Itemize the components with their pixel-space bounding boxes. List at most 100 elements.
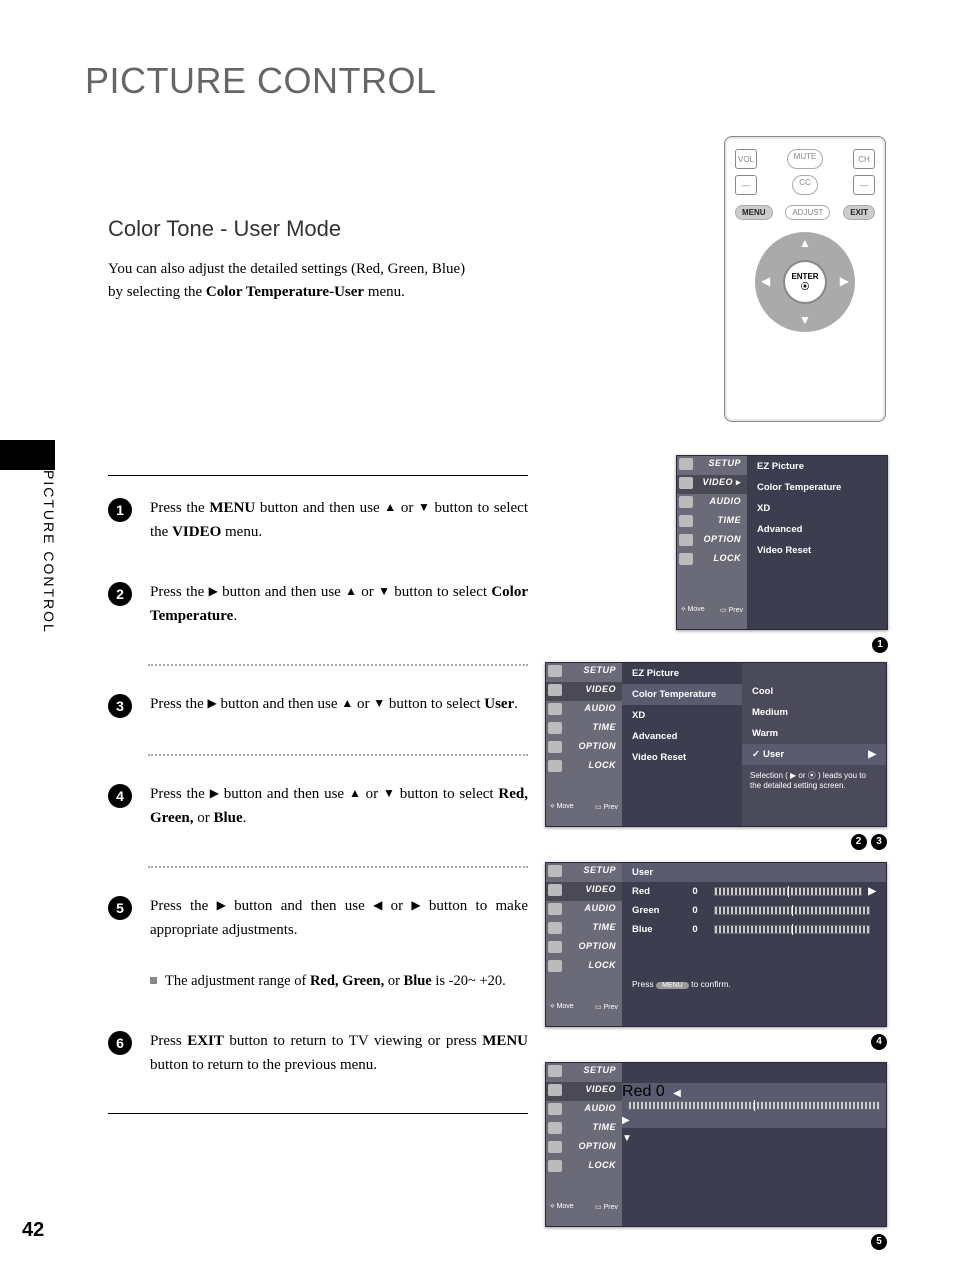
t: Press the	[150, 786, 210, 802]
bullet-icon	[150, 977, 157, 984]
osd-panel-2: SETUP VIDEO AUDIO TIME OPTION LOCK ⟡ Mov…	[545, 662, 887, 850]
up-triangle-icon: ▲	[341, 694, 353, 713]
osd-panel-3: SETUP VIDEO AUDIO TIME OPTION LOCK ⟡ Mov…	[545, 862, 887, 1050]
tab-time: TIME	[546, 1120, 622, 1139]
tab-setup: SETUP	[546, 863, 622, 882]
tab-lock: LOCK	[677, 551, 747, 570]
item-word: User	[484, 696, 514, 712]
osd-items: EZ Picture Color Temperature XD Advanced…	[622, 663, 742, 826]
note-blue: Blue	[404, 973, 432, 989]
tab-option: OPTION	[546, 939, 622, 958]
row-blue: Blue0	[622, 920, 886, 939]
osd-ct: Color Temperature	[622, 684, 742, 705]
slider-red	[714, 887, 862, 896]
tab-lock: LOCK	[546, 1158, 622, 1177]
arrow-right-icon: ▶	[840, 274, 849, 289]
step-5: 5 Press the ▶ button and then use ◀ or ▶…	[108, 894, 528, 944]
badge-4: 4	[871, 1034, 887, 1050]
intro-line2a: by selecting the	[108, 284, 206, 300]
exit-button: EXIT	[843, 205, 875, 220]
tab-setup: SETUP	[677, 456, 747, 475]
enter-label: ENTER	[791, 272, 818, 281]
ch-minus: —	[853, 175, 875, 195]
osd-side-tabs: SETUP VIDEO AUDIO TIME OPTION LOCK ⟡ Mov…	[546, 1063, 622, 1226]
opt-user: User▶	[742, 744, 886, 765]
step-number: 4	[108, 784, 132, 808]
cc-button: CC	[792, 175, 818, 195]
osd-user-body: User Red0▶ Green0 Blue0 Press MENU to co…	[622, 863, 886, 1026]
osd-ct: Color Temperature	[747, 477, 887, 498]
osd-reset: Video Reset	[747, 540, 887, 561]
osd-items: EZ Picture Color Temperature XD Advanced…	[747, 456, 887, 629]
t: or	[384, 973, 403, 989]
tab-time: TIME	[546, 720, 622, 739]
t: button and then use	[255, 500, 384, 516]
osd-side-tabs: SETUP VIDEO AUDIO TIME OPTION LOCK ⟡ Mov…	[546, 663, 622, 826]
down-triangle-icon: ▼	[378, 582, 390, 601]
step-number: 6	[108, 1031, 132, 1055]
t: or	[357, 584, 378, 600]
up-triangle-icon: ▲	[349, 784, 361, 803]
opt-warm: Warm	[742, 723, 886, 744]
vol-minus: —	[735, 175, 757, 195]
intro-text: You can also adjust the detailed setting…	[108, 258, 568, 305]
enter-button: ENTER ⦿	[785, 262, 825, 302]
t: button and then use	[219, 786, 349, 802]
t: button to select	[390, 584, 491, 600]
opt-cool: Cool	[742, 681, 886, 702]
menu-button: MENU	[735, 205, 773, 220]
t: button to select	[385, 696, 484, 712]
vol-button: VOL	[735, 149, 757, 169]
tab-video: VIDEO	[546, 1082, 622, 1101]
tab-option: OPTION	[546, 1139, 622, 1158]
down-triangle-icon: ▼	[383, 784, 395, 803]
osd-ez: EZ Picture	[622, 663, 742, 684]
row-green: Green0	[622, 901, 886, 920]
menu-pill: MENU	[656, 982, 689, 989]
slider-blue	[714, 925, 870, 934]
remote-illustration: VOL MUTE CH — CC — MENU ADJUST EXIT ▲ ▼ …	[724, 136, 886, 422]
menu-word: MENU	[209, 500, 255, 516]
step-2: 2 Press the ▶ button and then use ▲ or ▼…	[108, 580, 528, 630]
step-text: Press EXIT button to return to TV viewin…	[150, 1029, 528, 1077]
opt-medium: Medium	[742, 702, 886, 723]
t: Press	[150, 1033, 187, 1049]
ch-button: CH	[853, 149, 875, 169]
step-text: Press the ▶ button and then use ▲ or ▼ b…	[150, 580, 528, 628]
intro-menu-name: Color Temperature-User	[206, 284, 364, 300]
step-text: Press the ▶ button and then use ▲ or ▼ b…	[150, 692, 528, 718]
step-number: 3	[108, 694, 132, 718]
t: button and then use	[217, 696, 342, 712]
t: Press the	[150, 696, 208, 712]
section-subtitle: Color Tone - User Mode	[108, 216, 341, 242]
up-triangle-icon: ▲	[384, 498, 396, 517]
badge-2: 2	[851, 834, 867, 850]
step-number: 2	[108, 582, 132, 606]
step-3: 3 Press the ▶ button and then use ▲ or ▼…	[108, 692, 528, 720]
left-triangle-icon: ◀	[373, 896, 382, 915]
arrow-down-icon: ▼	[799, 313, 811, 328]
right-triangle-icon: ▶	[868, 749, 876, 760]
tab-lock: LOCK	[546, 758, 622, 777]
t: .	[233, 608, 237, 624]
tab-option: OPTION	[677, 532, 747, 551]
right-triangle-icon: ▶	[209, 582, 218, 601]
tab-audio: AUDIO	[546, 901, 622, 920]
t: or	[382, 898, 411, 914]
osd-xd: XD	[747, 498, 887, 519]
osd-reset: Video Reset	[622, 747, 742, 768]
menu-word: MENU	[482, 1033, 528, 1049]
right-triangle-icon: ▶	[210, 784, 219, 803]
step-number: 1	[108, 498, 132, 522]
slider-red-adjust	[628, 1101, 880, 1110]
t: or	[361, 786, 383, 802]
tab-option: OPTION	[546, 739, 622, 758]
side-black-tab	[0, 440, 55, 470]
adjustment-note: The adjustment range of Red, Green, or B…	[150, 970, 528, 993]
step-4: 4 Press the ▶ button and then use ▲ or ▼…	[108, 782, 528, 832]
step-text: Press the ▶ button and then use ◀ or ▶ b…	[150, 894, 528, 942]
up-triangle-icon: ▲	[345, 582, 357, 601]
t: button and then use	[226, 898, 373, 914]
adjust-button: ADJUST	[785, 205, 830, 220]
osd-panel-1: SETUP VIDEO ▸ AUDIO TIME OPTION LOCK ⟡ M…	[676, 455, 888, 653]
